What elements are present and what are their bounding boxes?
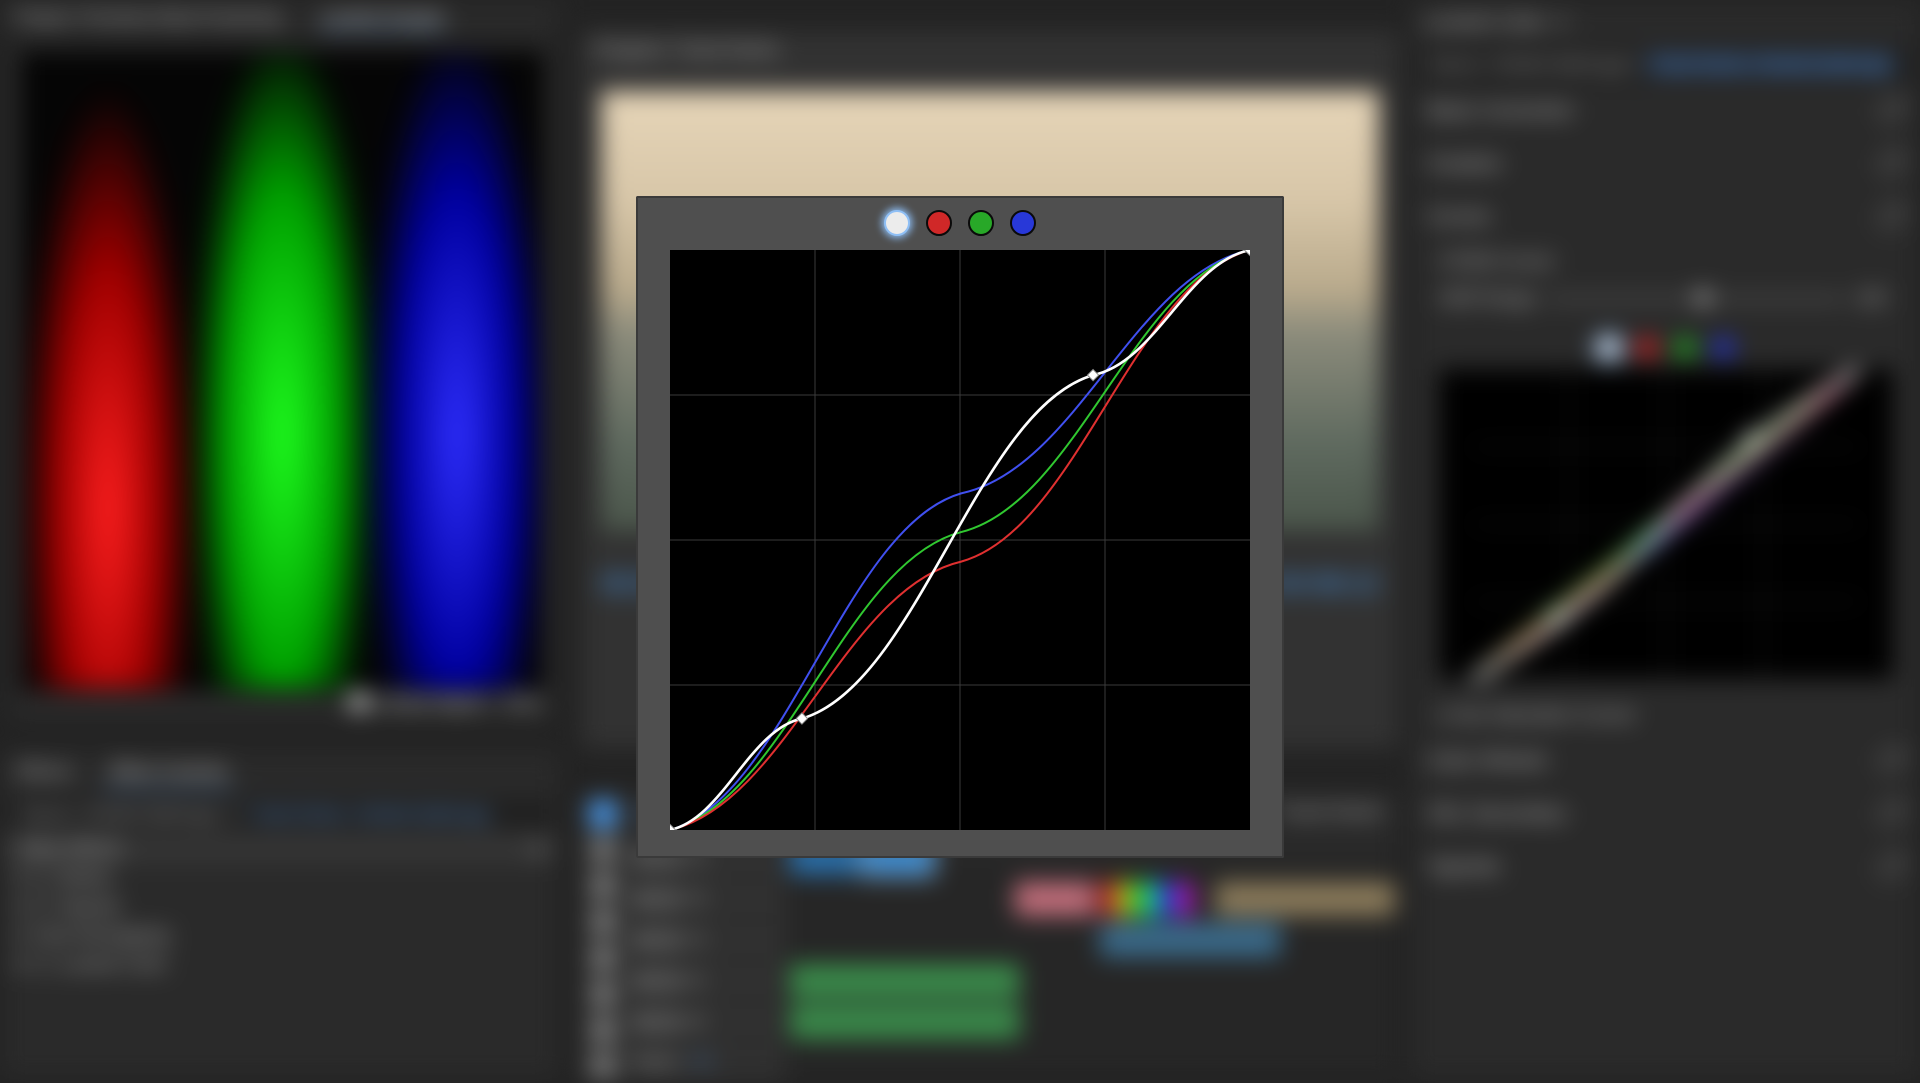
hand-tool-icon[interactable] <box>590 1017 616 1043</box>
clip-bars[interactable] <box>1100 882 1210 916</box>
lumetri-color-panel: Lumetri Color ≡ Source • Kindred Spirits… <box>1410 0 1920 1080</box>
program-title: Program: Travel Series <box>581 31 1399 68</box>
effect-controls-crumb: Source • Kindred Spirits.jpg ▸ Travel Se… <box>9 798 551 830</box>
rgb-curves-mini[interactable] <box>1439 327 1893 687</box>
scope-red-channel <box>21 83 195 691</box>
fx-toggle-icon[interactable] <box>33 954 51 972</box>
ec-crumb-seq[interactable]: Travel Series • Kindred Spirits.jpg <box>250 806 488 823</box>
video-effects-header: Video Effects▸ <box>1 834 559 863</box>
curve-channel-picker <box>636 210 1284 236</box>
lumetri-crumb: Source • Kindred Spirits.jpg ▾ Travel Se… <box>1419 48 1911 80</box>
track-v2: MS V2 <box>625 878 1399 919</box>
mini-channel-picker <box>1439 327 1893 369</box>
scope-bitdepth: 8 bit <box>504 692 538 712</box>
fx-row-motion[interactable]: Motion <box>1 863 559 892</box>
fx-toggle-icon[interactable] <box>33 867 51 885</box>
timeline-toolbar <box>581 791 625 1079</box>
pen-tool-icon[interactable] <box>590 981 616 1007</box>
channel-red-button[interactable] <box>1634 335 1660 361</box>
channel-luma-button[interactable] <box>884 210 910 236</box>
reset-icon[interactable] <box>1879 802 1903 826</box>
section-vignette[interactable]: Vignette <box>1411 840 1919 893</box>
clamp-signal-checkbox[interactable] <box>350 692 368 710</box>
scope-green-channel <box>195 51 369 691</box>
section-curves[interactable]: Curves <box>1411 190 1919 243</box>
track-a2: MS A2 <box>625 1001 1399 1042</box>
selection-tool-icon[interactable] <box>590 801 616 827</box>
timeline-tracks[interactable]: MS V3 MS V2 MS V1 MS A1 MS A2 <box>625 837 1399 1079</box>
audio-clip[interactable] <box>790 1005 1020 1039</box>
slip-tool-icon[interactable] <box>590 945 616 971</box>
lumetri-scopes-tab[interactable]: Lumetri Scopes <box>320 7 445 29</box>
lc-crumb-source[interactable]: Source • Kindred Spirits.jpg <box>1429 56 1624 73</box>
channel-green-button[interactable] <box>1672 335 1698 361</box>
rgb-curves-toggle[interactable]: ▾ RGB Curves <box>1411 243 1919 280</box>
effect-controls-tabs: Effects Effect Controls <box>1 751 559 794</box>
fx-row-opacity[interactable]: Opacity <box>1 892 559 921</box>
curve-canvas[interactable] <box>670 250 1250 830</box>
ec-crumb-source[interactable]: Source • Kindred Spirits.jpg <box>21 806 216 823</box>
track-a1: MS A1 <box>625 960 1399 1001</box>
timeline-seq-name: Travel Series <box>1278 801 1383 822</box>
effect-controls-panel: Effects Effect Controls Source • Kindred… <box>0 750 560 1080</box>
audio-clip[interactable] <box>790 964 1020 998</box>
track-master: Master 0.0 <box>625 1042 1399 1083</box>
reset-icon[interactable] <box>1879 152 1903 176</box>
rgb-curves-editor <box>636 196 1284 858</box>
ripple-tool-icon[interactable] <box>590 873 616 899</box>
tab-effects[interactable]: Effects <box>9 755 80 790</box>
clip[interactable] <box>1100 923 1280 957</box>
scope-footer: Clamp Signal 8 bit <box>11 692 554 713</box>
reset-icon[interactable] <box>1879 99 1903 123</box>
reset-icon[interactable] <box>1879 205 1903 229</box>
rgb-parade-scope <box>21 51 544 691</box>
scope-blue-channel <box>370 51 544 691</box>
tab-effect-controls[interactable]: Effect Controls <box>102 755 236 790</box>
fx-toggle-icon[interactable] <box>33 896 51 914</box>
fx-row-time-remapping[interactable]: Time Remapping <box>1 921 559 950</box>
section-color-wheels[interactable]: Color Wheels <box>1411 734 1919 787</box>
hdr-range-slider[interactable] <box>1546 296 1846 302</box>
reset-icon[interactable] <box>1879 855 1903 879</box>
section-creative[interactable]: Creative <box>1411 137 1919 190</box>
hue-sat-curves-toggle[interactable]: ▸ Hue Saturation Curves <box>1411 697 1919 734</box>
lc-crumb-seq[interactable]: Travel Series • Kindred Spirits.jpg <box>1645 54 1895 75</box>
channel-luma-button[interactable] <box>1596 335 1622 361</box>
hdr-range-row: HDR Range 100 <box>1411 280 1919 317</box>
reset-icon[interactable] <box>1879 749 1903 773</box>
clip[interactable] <box>1215 882 1395 916</box>
track-v1: MS V1 <box>625 919 1399 960</box>
top-left-tabs: Project: Premiere Beat Practicing Lumetr… <box>0 0 560 36</box>
hdr-range-value[interactable]: 100 <box>1856 288 1886 309</box>
curve-svg[interactable] <box>670 250 1250 830</box>
clamp-signal-label: Clamp Signal <box>377 692 484 712</box>
type-tool-icon[interactable] <box>590 1053 616 1079</box>
scopes-panel: Clamp Signal 8 bit <box>10 40 555 720</box>
section-hsl-secondary[interactable]: HSL Secondary <box>1411 787 1919 840</box>
hdr-range-label: HDR Range <box>1439 288 1536 309</box>
section-basic-correction[interactable]: Basic Correction <box>1411 84 1919 137</box>
razor-tool-icon[interactable] <box>590 909 616 935</box>
lumetri-title: Lumetri Color <box>1425 11 1545 33</box>
clip[interactable] <box>1015 882 1095 916</box>
fx-row-lumetri-color[interactable]: Lumetri Color <box>1 950 559 979</box>
mini-curve-svg[interactable] <box>1439 369 1893 679</box>
channel-red-button[interactable] <box>926 210 952 236</box>
channel-blue-button[interactable] <box>1010 210 1036 236</box>
channel-blue-button[interactable] <box>1710 335 1736 361</box>
channel-green-button[interactable] <box>968 210 994 236</box>
track-select-tool-icon[interactable] <box>590 837 616 863</box>
project-tab[interactable]: Project: Premiere Beat Practicing <box>15 7 280 29</box>
